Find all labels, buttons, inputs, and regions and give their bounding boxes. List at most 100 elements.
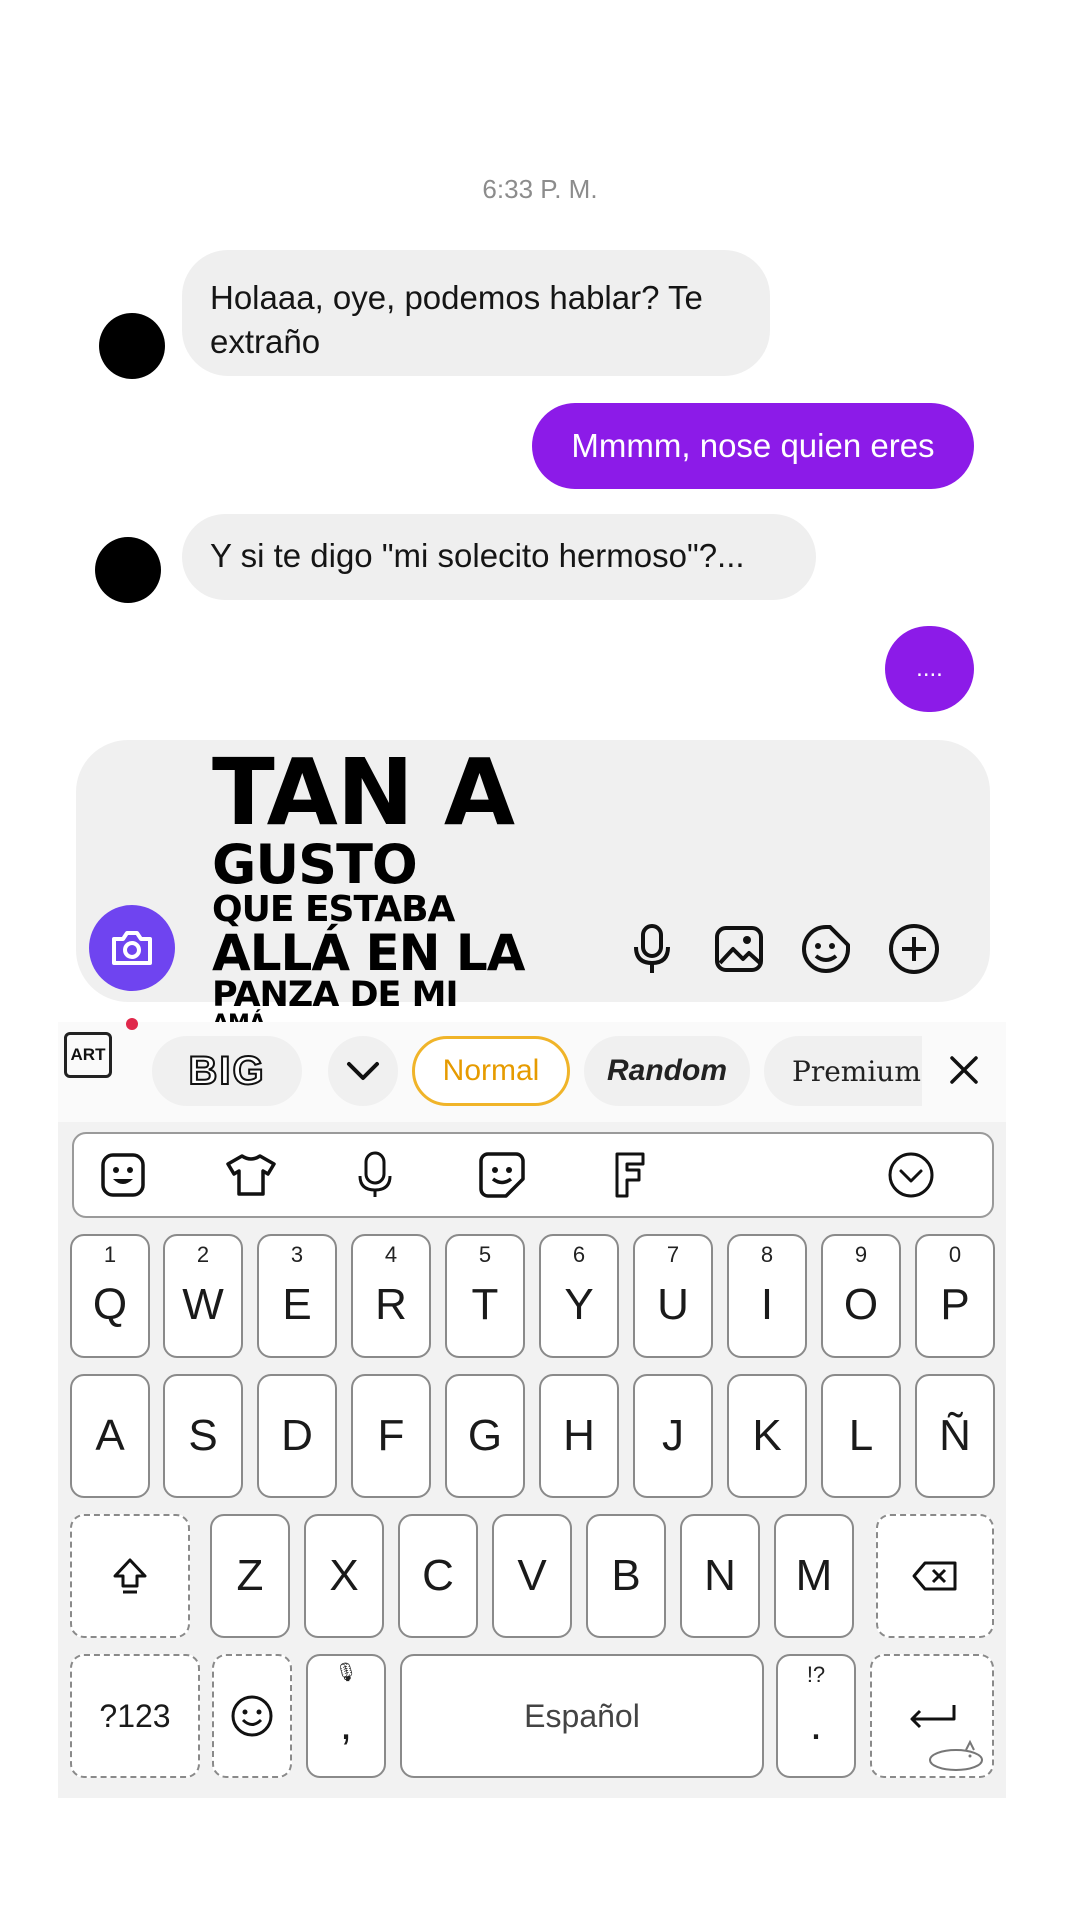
- key-label: R: [375, 1280, 407, 1329]
- key-hint: 0: [948, 1242, 962, 1267]
- key-t[interactable]: 5T: [445, 1234, 525, 1358]
- key-a[interactable]: A: [70, 1374, 150, 1498]
- contact-avatar[interactable]: [99, 313, 165, 379]
- microphone-icon[interactable]: [623, 920, 681, 978]
- font-option-label: Random: [607, 1054, 727, 1087]
- key-b[interactable]: B: [586, 1514, 666, 1638]
- key-hint: 8: [760, 1242, 774, 1267]
- key-k[interactable]: K: [727, 1374, 807, 1498]
- caption-line: QUE ESTABA: [212, 889, 455, 930]
- key-g[interactable]: G: [445, 1374, 525, 1498]
- key-hint: 9: [854, 1242, 868, 1267]
- microphone-icon: 🎙: [334, 1662, 358, 1682]
- shift-key[interactable]: [70, 1514, 190, 1638]
- key-label: W: [182, 1280, 224, 1329]
- cat-decoration-icon: [929, 1739, 983, 1771]
- key-h[interactable]: H: [539, 1374, 619, 1498]
- font-option-label: Premium: [792, 1054, 921, 1088]
- key-label: J: [662, 1411, 684, 1460]
- key-n-tilde[interactable]: Ñ: [915, 1374, 995, 1498]
- tshirt-icon[interactable]: [222, 1146, 280, 1204]
- key-v[interactable]: V: [492, 1514, 572, 1638]
- key-hint: !?: [806, 1662, 826, 1687]
- key-label: A: [95, 1411, 125, 1460]
- sticker-icon[interactable]: [473, 1146, 531, 1204]
- key-d[interactable]: D: [257, 1374, 337, 1498]
- key-hint: 1: [103, 1242, 117, 1267]
- chevron-down-icon[interactable]: [328, 1036, 398, 1106]
- key-c[interactable]: C: [398, 1514, 478, 1638]
- key-label: V: [517, 1551, 547, 1600]
- collapse-icon[interactable]: [882, 1146, 940, 1204]
- space-key[interactable]: Español: [400, 1654, 764, 1778]
- key-label: M: [795, 1551, 833, 1600]
- camera-icon: [112, 931, 152, 965]
- backspace-icon: [912, 1561, 957, 1591]
- comma-key[interactable]: 🎙 ,: [306, 1654, 386, 1778]
- contact-avatar[interactable]: [95, 537, 161, 603]
- keyboard-toolbar: [72, 1132, 994, 1218]
- big-label: BIG: [187, 1048, 266, 1094]
- outgoing-message[interactable]: Mmmm, nose quien eres: [532, 403, 974, 489]
- key-label: B: [611, 1551, 641, 1600]
- image-icon[interactable]: [710, 920, 768, 978]
- key-u[interactable]: 7U: [633, 1234, 713, 1358]
- incoming-message[interactable]: Y si te digo "mi solecito hermoso"?...: [182, 514, 816, 600]
- key-hint: 4: [384, 1242, 398, 1267]
- enter-key[interactable]: [870, 1654, 994, 1778]
- notification-dot: [126, 1018, 138, 1030]
- key-m[interactable]: M: [774, 1514, 854, 1638]
- key-r[interactable]: 4R: [351, 1234, 431, 1358]
- plus-icon[interactable]: [885, 920, 943, 978]
- font-option-premium[interactable]: Premium: [764, 1036, 922, 1106]
- key-i[interactable]: 8I: [727, 1234, 807, 1358]
- key-label: O: [843, 1280, 879, 1329]
- key-hint: 3: [290, 1242, 304, 1267]
- key-l[interactable]: L: [821, 1374, 901, 1498]
- period-key[interactable]: !? .: [776, 1654, 856, 1778]
- key-s[interactable]: S: [163, 1374, 243, 1498]
- key-o[interactable]: 9O: [821, 1234, 901, 1358]
- key-label: F: [377, 1411, 405, 1460]
- close-icon[interactable]: [944, 1050, 984, 1090]
- backspace-key[interactable]: [876, 1514, 994, 1638]
- font-icon[interactable]: [600, 1146, 658, 1204]
- key-j[interactable]: J: [633, 1374, 713, 1498]
- caption-line: PANZA DE MI: [212, 975, 458, 1015]
- camera-button[interactable]: [89, 905, 175, 991]
- key-hint: 2: [196, 1242, 210, 1267]
- message-text: Y si te digo "mi solecito hermoso"?...: [210, 537, 745, 574]
- key-label: S: [188, 1411, 218, 1460]
- key-hint: 5: [478, 1242, 492, 1267]
- message-timestamp: 6:33 P. M.: [482, 174, 598, 204]
- key-label: C: [422, 1551, 454, 1600]
- font-option-normal[interactable]: Normal: [412, 1036, 570, 1106]
- key-p[interactable]: 0P: [915, 1234, 995, 1358]
- key-w[interactable]: 2W: [163, 1234, 243, 1358]
- message-text: ....: [916, 655, 943, 682]
- emoji-key[interactable]: [212, 1654, 292, 1778]
- key-f[interactable]: F: [351, 1374, 431, 1498]
- font-option-label: Normal: [442, 1054, 540, 1087]
- key-label: L: [848, 1411, 874, 1460]
- key-y[interactable]: 6Y: [539, 1234, 619, 1358]
- key-n[interactable]: N: [680, 1514, 760, 1638]
- key-z[interactable]: Z: [210, 1514, 290, 1638]
- key-q[interactable]: 1Q: [70, 1234, 150, 1358]
- emoji-face-icon[interactable]: [94, 1146, 152, 1204]
- key-label: I: [760, 1280, 774, 1329]
- caption-line: ALLÁ EN LA: [212, 924, 525, 982]
- font-option-random[interactable]: Random: [584, 1036, 750, 1106]
- key-label: K: [752, 1411, 782, 1460]
- key-e[interactable]: 3E: [257, 1234, 337, 1358]
- key-x[interactable]: X: [304, 1514, 384, 1638]
- big-font-button[interactable]: BIG: [152, 1036, 302, 1106]
- key-label: U: [657, 1280, 689, 1329]
- art-button[interactable]: ART: [64, 1032, 112, 1078]
- outgoing-message[interactable]: ....: [885, 626, 974, 712]
- key-label: G: [467, 1411, 503, 1460]
- symbols-key[interactable]: ?123: [70, 1654, 200, 1778]
- sticker-icon[interactable]: [797, 920, 855, 978]
- microphone-icon[interactable]: [346, 1146, 404, 1204]
- incoming-message[interactable]: Holaaa, oye, podemos hablar? Te extraño: [182, 250, 770, 376]
